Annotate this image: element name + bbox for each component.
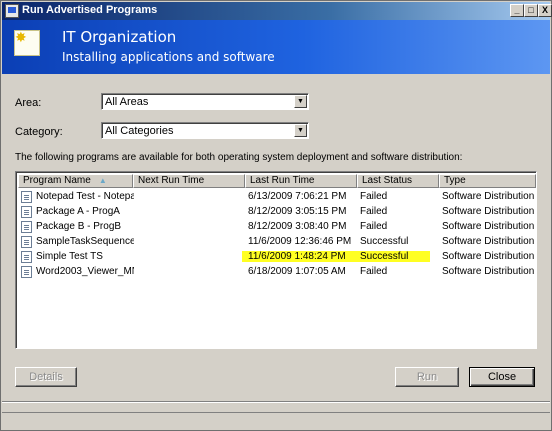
program-icon [21, 266, 32, 278]
last-run-time: 11/6/2009 12:36:46 PM [248, 236, 352, 247]
details-button[interactable]: Details [15, 367, 77, 387]
maximize-button[interactable]: □ [524, 4, 538, 17]
last-status: Successful [356, 251, 430, 262]
program-icon [21, 221, 32, 233]
column-type[interactable]: Type [439, 174, 536, 188]
program-type: Software Distribution [442, 191, 535, 202]
last-status: Failed [360, 221, 388, 232]
header-banner: IT Organization Installing applications … [2, 20, 550, 74]
last-run-time: 8/12/2009 3:08:40 PM [248, 221, 347, 232]
last-status: Failed [360, 266, 388, 277]
program-name: Word2003_Viewer_MN... [36, 266, 134, 277]
last-run-time: 11/6/2009 1:48:24 PM [242, 251, 356, 262]
organization-logo-icon [14, 29, 40, 56]
chevron-down-icon[interactable]: ▼ [294, 95, 307, 108]
title-bar[interactable]: Run Advertised Programs _ □ X [2, 2, 552, 20]
table-row[interactable]: Word2003_Viewer_MN... 6/18/2009 1:07:05 … [18, 265, 536, 280]
program-name: Notepad Test - Notepa... [36, 191, 134, 202]
area-selected-value: All Areas [105, 96, 149, 108]
column-program-name[interactable]: Program Name ▲ [18, 174, 133, 188]
program-name: Package A - ProgA [36, 206, 120, 217]
table-row[interactable]: Package A - ProgA 8/12/2009 3:05:15 PM F… [18, 205, 536, 220]
category-dropdown[interactable]: All Categories ▼ [101, 122, 309, 139]
status-bar [2, 412, 550, 430]
program-type: Software Distribution [442, 206, 535, 217]
category-label: Category: [15, 126, 63, 138]
table-row[interactable]: Package B - ProgB 8/12/2009 3:08:40 PM F… [18, 220, 536, 235]
run-button[interactable]: Run [395, 367, 459, 387]
last-status: Failed [360, 206, 388, 217]
divider [2, 401, 550, 403]
program-icon [21, 191, 32, 203]
last-status: Successful [360, 236, 409, 247]
program-icon [21, 251, 32, 263]
table-row[interactable]: Notepad Test - Notepa... 6/13/2009 7:06:… [18, 190, 536, 205]
program-name: Package B - ProgB [36, 221, 122, 232]
programs-list[interactable]: Program Name ▲ Next Run Time Last Run Tim… [15, 171, 537, 349]
close-window-button[interactable]: X [538, 4, 552, 17]
program-name: Simple Test TS [36, 251, 103, 262]
chevron-down-icon[interactable]: ▼ [294, 124, 307, 137]
program-type: Software Distribution [442, 251, 535, 262]
table-row[interactable]: Simple Test TS 11/6/2009 1:48:24 PM Succ… [18, 250, 536, 265]
column-last-run-time[interactable]: Last Run Time [245, 174, 357, 188]
program-icon [21, 236, 32, 248]
last-run-time: 6/18/2009 1:07:05 AM [248, 266, 346, 277]
last-status: Failed [360, 191, 388, 202]
close-button[interactable]: Close [469, 367, 535, 387]
sort-ascending-icon: ▲ [98, 176, 107, 185]
column-last-status[interactable]: Last Status [357, 174, 439, 188]
run-advertised-programs-window: Run Advertised Programs _ □ X IT Organiz… [0, 0, 552, 431]
program-icon [21, 206, 32, 218]
organization-name: IT Organization [62, 28, 177, 46]
program-type: Software Distribution [442, 236, 535, 247]
last-run-time: 6/13/2009 7:06:21 PM [248, 191, 347, 202]
column-label: Program Name [23, 175, 91, 186]
application-icon [5, 4, 19, 18]
banner-subtitle: Installing applications and software [62, 50, 275, 64]
program-type: Software Distribution [442, 221, 535, 232]
list-header: Program Name ▲ Next Run Time Last Run Tim… [18, 174, 536, 188]
programs-description: The following programs are available for… [15, 152, 463, 163]
category-selected-value: All Categories [105, 125, 174, 137]
program-type: Software Distribution [442, 266, 535, 277]
program-name: SampleTaskSequence [36, 236, 134, 247]
column-next-run-time[interactable]: Next Run Time [133, 174, 245, 188]
area-label: Area: [15, 97, 42, 109]
minimize-button[interactable]: _ [510, 4, 524, 17]
window-title: Run Advertised Programs [22, 4, 158, 16]
table-row[interactable]: SampleTaskSequence 11/6/2009 12:36:46 PM… [18, 235, 536, 250]
last-run-time: 8/12/2009 3:05:15 PM [248, 206, 347, 217]
area-dropdown[interactable]: All Areas ▼ [101, 93, 309, 110]
